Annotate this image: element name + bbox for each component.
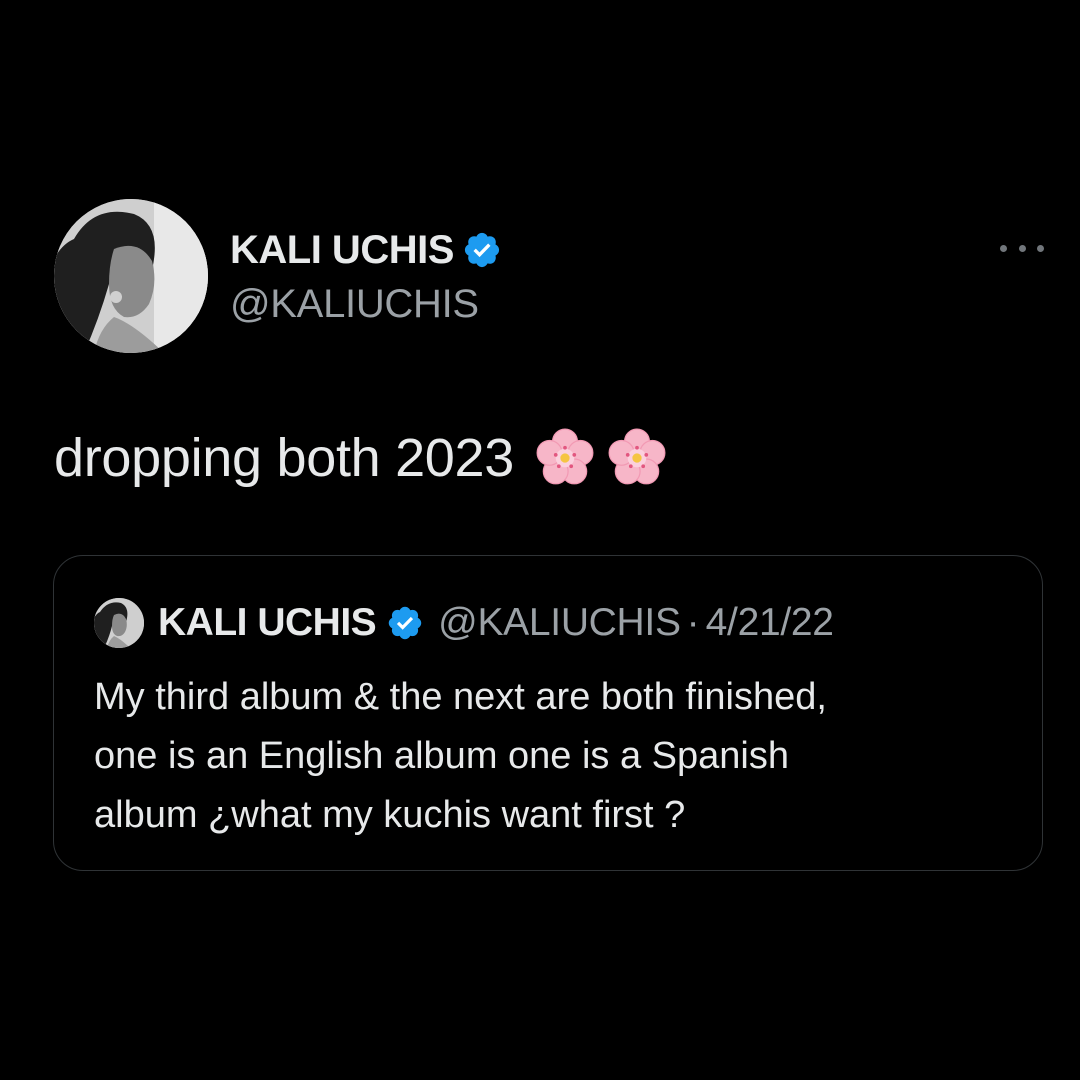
tweet-text: dropping both 2023 bbox=[54, 428, 515, 488]
verified-badge-icon bbox=[388, 606, 422, 640]
tweet-body: dropping both 2023 bbox=[54, 425, 670, 491]
quoted-tweet-line: one is an English album one is a Spanish bbox=[94, 735, 790, 777]
author-avatar[interactable] bbox=[54, 199, 208, 353]
profile-photo bbox=[94, 598, 144, 648]
quoted-author-avatar[interactable] bbox=[94, 598, 144, 648]
quoted-tweet-date[interactable]: 4/21/22 bbox=[706, 601, 834, 645]
author-name-row[interactable]: KALI UCHIS bbox=[230, 226, 502, 274]
quoted-tweet-line: My third album & the next are both finis… bbox=[94, 676, 827, 718]
quoted-author-handle[interactable]: @KALIUCHIS bbox=[438, 601, 681, 645]
quoted-author-display-name[interactable]: KALI UCHIS bbox=[158, 601, 377, 645]
more-options-icon[interactable] bbox=[1000, 238, 1044, 258]
quoted-tweet-header: KALI UCHIS @KALIUCHIS · 4/21/22 bbox=[94, 598, 834, 648]
cherry-blossom-icon bbox=[536, 428, 594, 485]
more-dot bbox=[1037, 244, 1044, 252]
tweet-emojis bbox=[532, 425, 670, 491]
quoted-tweet-text: My third album & the next are both finis… bbox=[94, 668, 1014, 845]
header-separator: · bbox=[686, 601, 700, 644]
verified-badge-icon bbox=[464, 232, 499, 268]
author-handle[interactable]: @KALIUCHIS bbox=[230, 282, 479, 327]
more-dot bbox=[1000, 244, 1007, 252]
cherry-blossom-icon bbox=[608, 428, 666, 485]
quoted-tweet-card[interactable]: KALI UCHIS @KALIUCHIS · 4/21/22 My third… bbox=[53, 555, 1043, 871]
profile-photo bbox=[54, 199, 208, 353]
more-dot bbox=[1018, 244, 1026, 252]
author-display-name[interactable]: KALI UCHIS bbox=[230, 228, 454, 273]
quoted-tweet-line: album ¿what my kuchis want first ? bbox=[94, 794, 686, 836]
